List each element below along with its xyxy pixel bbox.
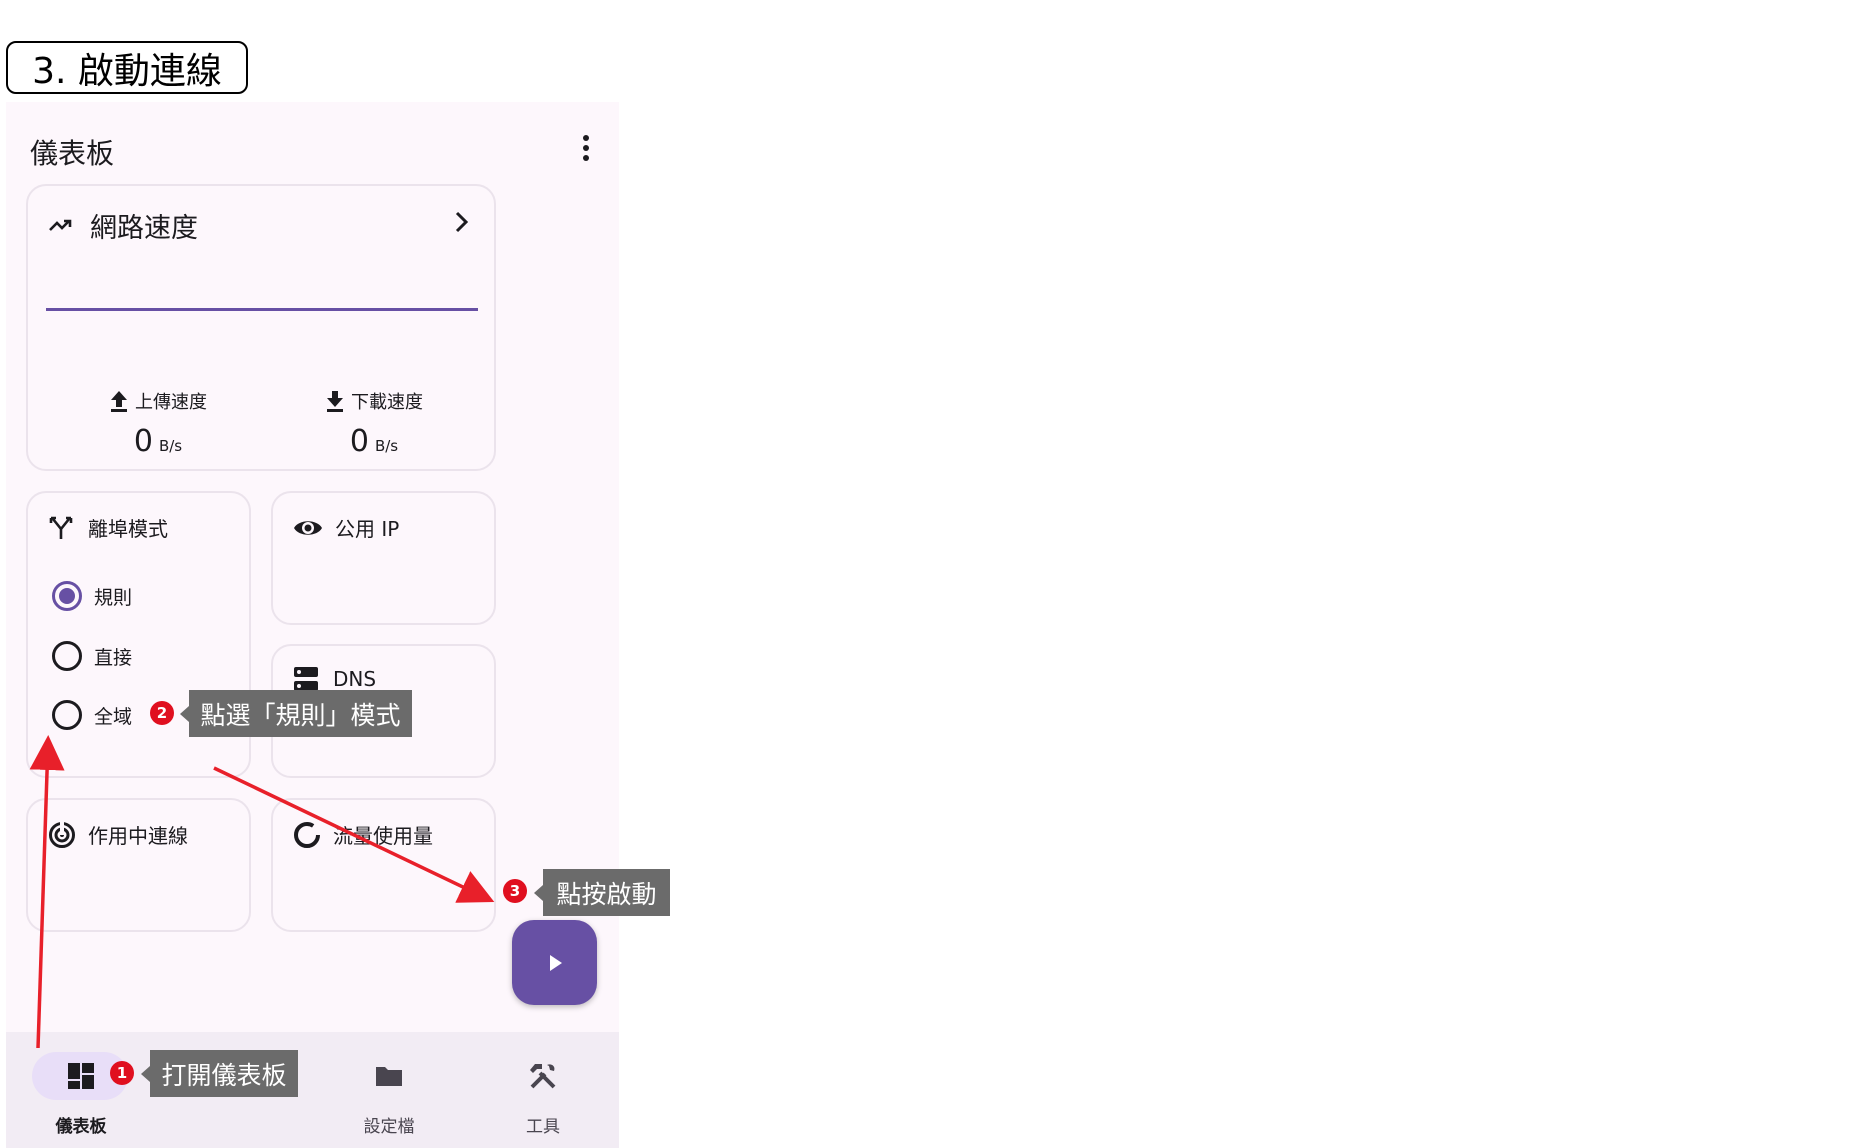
annotation-badge-1: 1 (110, 1061, 134, 1085)
annotation-callout-1: 打開儀表板 (141, 1050, 298, 1097)
annotation-callout-3: 點按啟動 (534, 869, 670, 916)
arrow-to-rule-mode (29, 735, 65, 1049)
annotation-badge-3: 3 (503, 879, 527, 903)
annotation-callout-2: 點選「規則」模式 (180, 690, 412, 737)
annotation-arrows (29, 735, 495, 1049)
annotation-badge-2: 2 (150, 701, 174, 725)
arrow-to-start-button (213, 766, 495, 903)
